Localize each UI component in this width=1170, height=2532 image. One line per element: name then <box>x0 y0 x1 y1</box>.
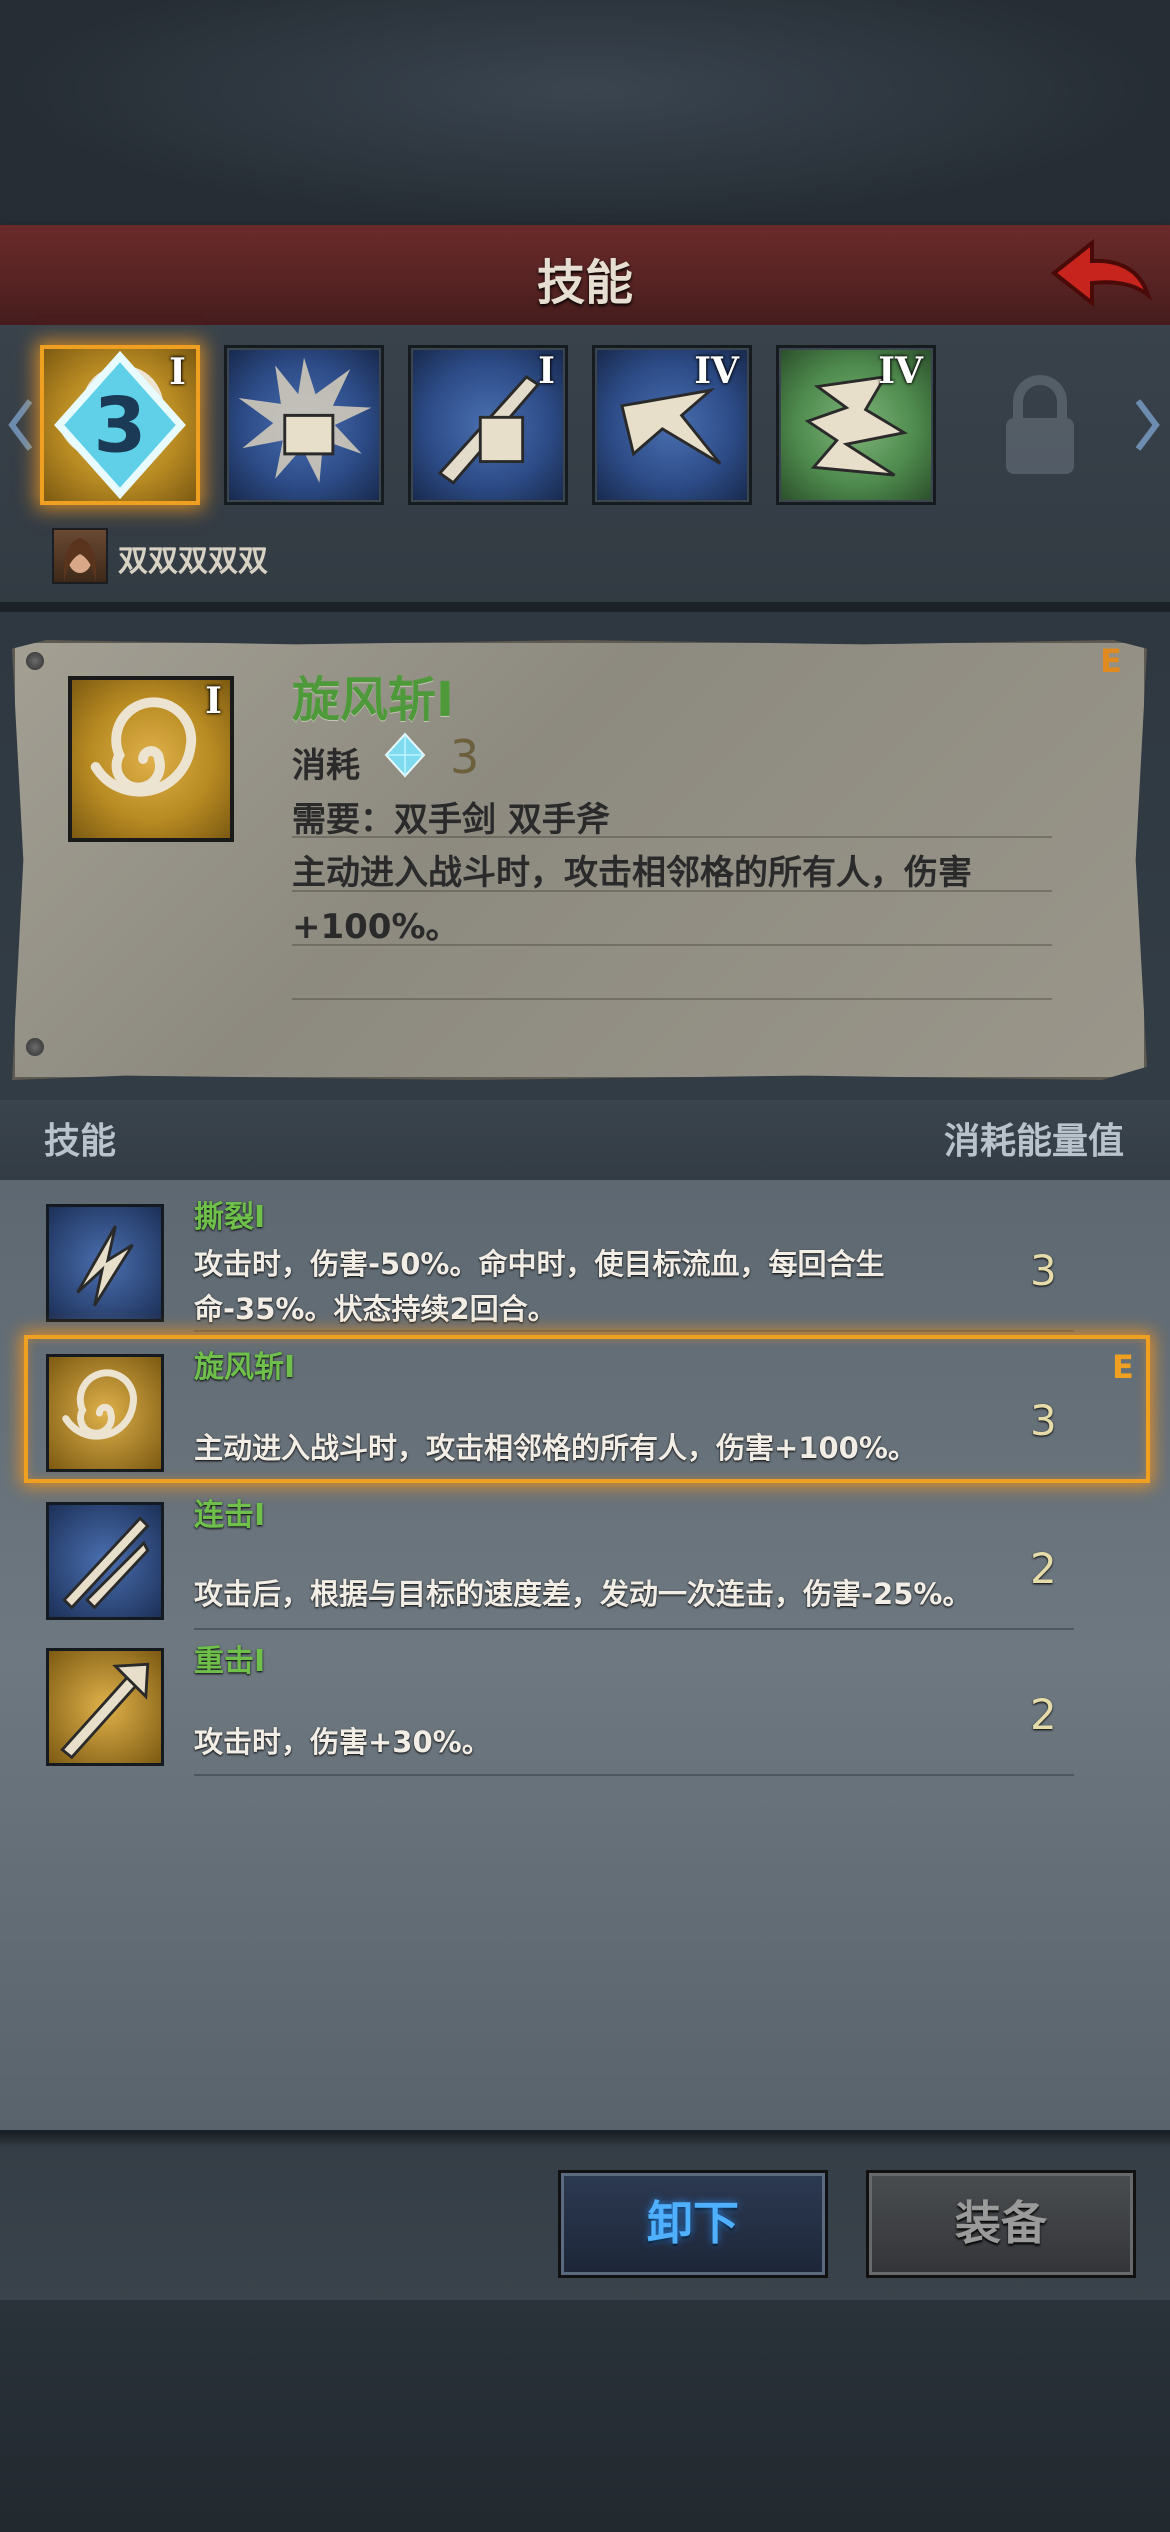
cost-label: 消耗 <box>292 746 360 786</box>
skill-name: 重击I <box>194 1644 266 1679</box>
divider <box>0 602 1170 612</box>
skill-name: 连击I <box>194 1498 266 1533</box>
rend-icon <box>46 1204 164 1322</box>
lock-icon <box>1006 375 1074 474</box>
skill-cost: 2 <box>1030 1690 1057 1739</box>
skill-name: 撕裂I <box>194 1200 266 1235</box>
unequip-button[interactable]: 卸下 <box>558 2170 828 2278</box>
selected-row-highlight <box>24 1335 1150 1483</box>
skill-row-heavy-strike[interactable]: 重击I 攻击时，伤害+30%。 2 <box>0 1630 1170 1776</box>
skill-slot-heavy-strike[interactable]: I <box>408 345 568 505</box>
skill-rank: I <box>205 680 222 722</box>
skill-slot-swift[interactable]: IV <box>776 345 936 505</box>
column-header-cost: 消耗能量值 <box>943 1121 1124 1162</box>
skill-description: 攻击时，伤害+30%。 <box>194 1725 491 1759</box>
divider <box>194 1330 1074 1332</box>
skill-slot-rend[interactable] <box>224 345 384 505</box>
grade-badge: E <box>1100 642 1122 680</box>
page-title: 技能 <box>536 255 633 311</box>
skill-cost: 3 <box>1030 1246 1057 1295</box>
skill-slot-combo[interactable]: IV <box>592 345 752 505</box>
back-button[interactable] <box>1046 233 1156 317</box>
chevron-left-icon[interactable] <box>6 395 36 455</box>
rivet <box>26 652 44 670</box>
divider <box>292 836 1052 838</box>
back-arrow-icon <box>1050 238 1153 308</box>
skill-rank: IV <box>694 350 739 392</box>
skill-slot-whirlwind[interactable]: I 3 <box>40 345 200 505</box>
rivet <box>26 1038 44 1056</box>
divider <box>194 1774 1074 1776</box>
divider <box>292 998 1052 1000</box>
skill-row-rend[interactable]: 撕裂I 攻击时，伤害-50%。命中时，使目标流血，每回合生命-35%。状态持续2… <box>0 1186 1170 1332</box>
heavy-strike-icon <box>46 1648 164 1766</box>
skill-description: 攻击后，根据与目标的速度差，发动一次连击，伤害-25%。 <box>194 1577 972 1611</box>
column-header-skill: 技能 <box>44 1121 117 1162</box>
character-name: 双双双双双 <box>118 544 268 579</box>
skill-description: 主动进入战斗时，攻击相邻格的所有人，伤害+100%。 <box>292 853 972 947</box>
title-bar: 技能 <box>0 225 1170 329</box>
energy-gem-icon <box>384 732 426 778</box>
skill-row-combo[interactable]: 连击I 攻击后，根据与目标的速度差，发动一次连击，伤害-25%。 2 <box>0 1484 1170 1630</box>
skill-description: 攻击时，伤害-50%。命中时，使目标流血，每回合生命-35%。状态持续2回合。 <box>194 1247 885 1326</box>
skill-name: 旋风斩I <box>292 672 454 728</box>
divider <box>292 890 1052 892</box>
skill-rank: I <box>538 350 555 392</box>
skill-cost: 3 <box>94 381 147 470</box>
top-background <box>0 0 1170 225</box>
chevron-right-icon[interactable] <box>1132 395 1162 455</box>
skill-cost: 2 <box>1030 1544 1057 1593</box>
detail-skill-icon: I <box>68 676 234 842</box>
divider <box>292 944 1052 946</box>
fist-burst-icon <box>238 357 372 483</box>
bottom-background <box>0 2300 1170 2532</box>
equip-button[interactable]: 装备 <box>866 2170 1136 2278</box>
skill-rank: IV <box>878 350 923 392</box>
grade-badge: E <box>1112 1348 1134 1386</box>
cost-value: 3 <box>450 730 480 784</box>
energy-gem-icon: 3 <box>54 350 186 500</box>
requirement: 需要：双手剑 双手斧 <box>292 800 610 840</box>
avatar <box>52 528 108 584</box>
combo-icon <box>46 1502 164 1620</box>
